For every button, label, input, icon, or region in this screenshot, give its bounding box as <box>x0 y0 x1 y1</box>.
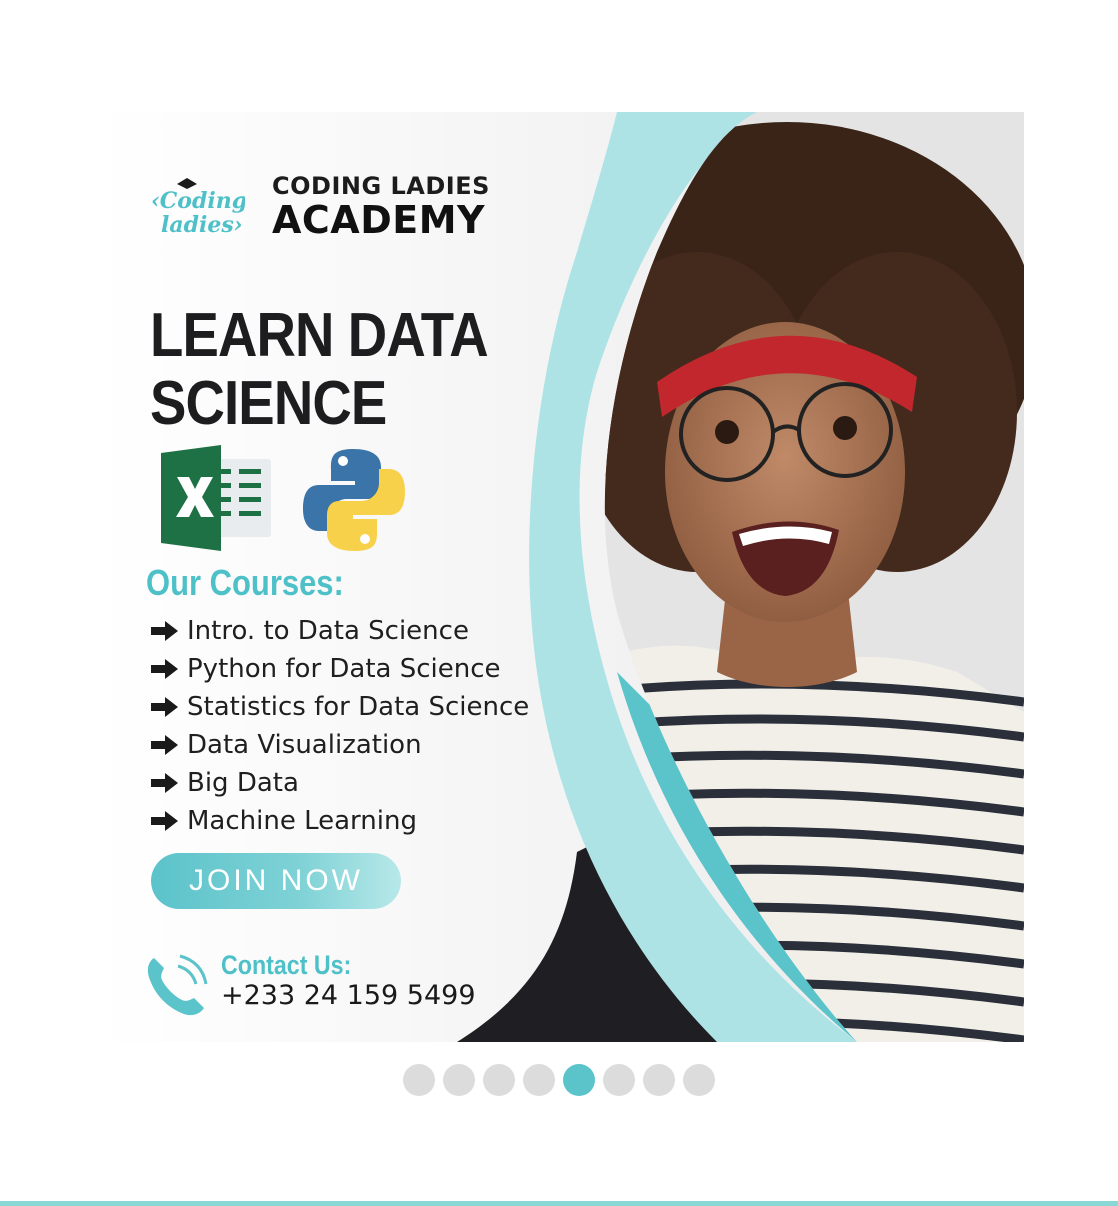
svg-text:ladies›: ladies› <box>161 212 243 238</box>
course-list: Intro. to Data Science Python for Data S… <box>151 612 529 840</box>
join-now-button[interactable]: JOIN NOW <box>151 853 401 909</box>
phone-icon <box>147 954 208 1016</box>
course-item: Statistics for Data Science <box>151 688 529 726</box>
carousel-dot[interactable] <box>523 1064 555 1096</box>
course-label: Data Visualization <box>187 730 422 760</box>
carousel-dot[interactable] <box>603 1064 635 1096</box>
python-icon <box>303 449 405 551</box>
brand-name-line2: ACADEMY <box>272 198 486 242</box>
arrow-right-icon <box>151 621 178 641</box>
carousel-slide: ‹Coding ladies› CODING LADIES ACADEMY LE… <box>97 112 1024 1042</box>
carousel-dot[interactable] <box>443 1064 475 1096</box>
brand-name-line1: CODING LADIES <box>272 172 490 200</box>
carousel-dot-active[interactable] <box>563 1064 595 1096</box>
course-label: Big Data <box>187 768 299 798</box>
coding-ladies-logo: ‹Coding ladies› <box>151 178 245 238</box>
course-label: Machine Learning <box>187 806 417 836</box>
footer-divider <box>0 1201 1118 1206</box>
headline-line2: SCIENCE <box>150 369 387 438</box>
course-item: Python for Data Science <box>151 650 529 688</box>
course-label: Statistics for Data Science <box>187 692 530 722</box>
course-label: Intro. to Data Science <box>187 616 469 646</box>
arrow-right-icon <box>151 659 178 679</box>
svg-text:‹Coding: ‹Coding <box>151 188 245 214</box>
contact-phone: +233 24 159 5499 <box>221 980 476 1011</box>
course-label: Python for Data Science <box>187 654 501 684</box>
carousel-dot[interactable] <box>643 1064 675 1096</box>
excel-icon <box>161 445 271 551</box>
course-item: Machine Learning <box>151 802 529 840</box>
course-item: Big Data <box>151 764 529 802</box>
page-title: LEARN DATA SCIENCE <box>150 302 502 438</box>
arrow-right-icon <box>151 735 178 755</box>
carousel-pagination <box>403 1064 715 1096</box>
carousel-dot[interactable] <box>683 1064 715 1096</box>
courses-heading: Our Courses: <box>146 562 344 603</box>
contact-label: Contact Us: <box>221 950 352 980</box>
arrow-right-icon <box>151 697 178 717</box>
course-item: Data Visualization <box>151 726 529 764</box>
carousel-dot[interactable] <box>483 1064 515 1096</box>
arrow-right-icon <box>151 811 178 831</box>
carousel-dot[interactable] <box>403 1064 435 1096</box>
headline-line1: LEARN DATA <box>150 301 489 370</box>
course-item: Intro. to Data Science <box>151 612 529 650</box>
arrow-right-icon <box>151 773 178 793</box>
